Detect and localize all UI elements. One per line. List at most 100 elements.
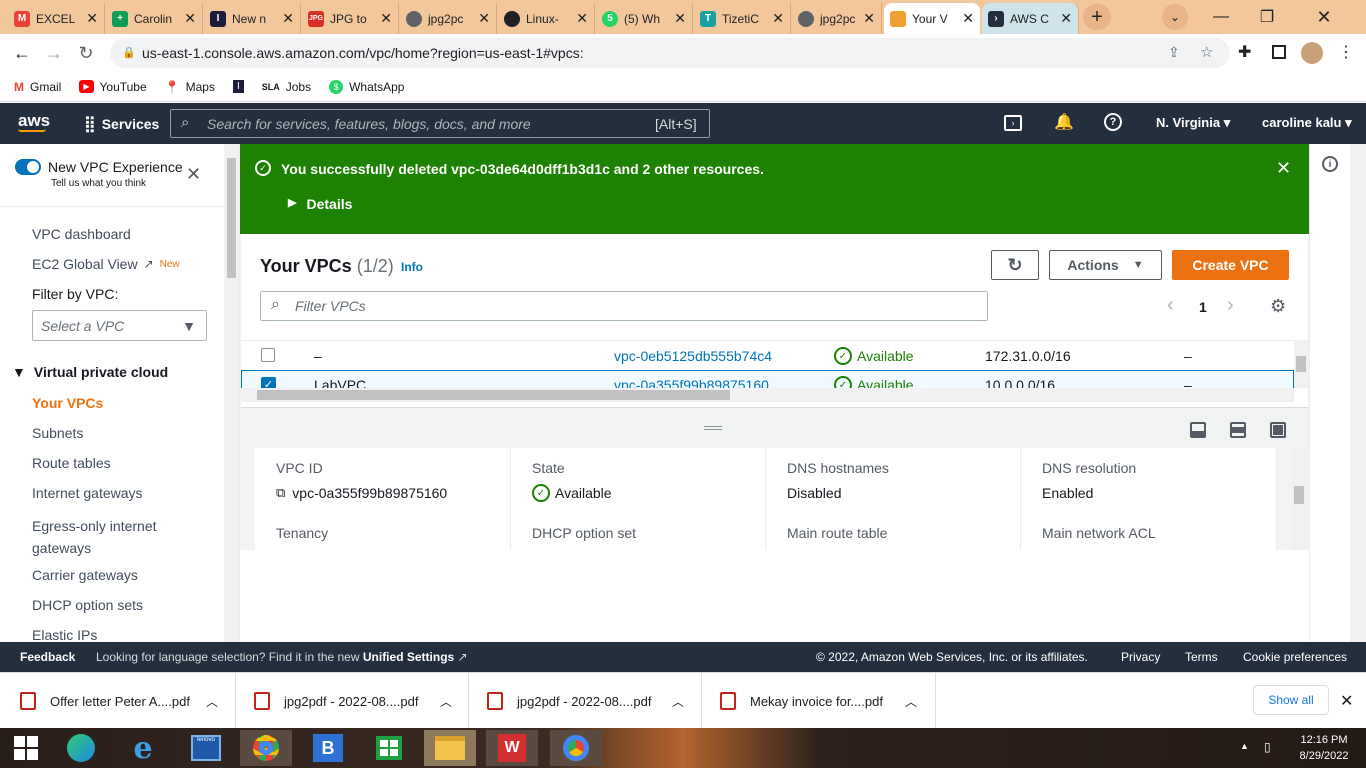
bookmark-maps[interactable]: 📍 Maps: [165, 80, 215, 94]
create-vpc-button[interactable]: Create VPC: [1172, 250, 1289, 280]
terms-link[interactable]: Terms: [1185, 650, 1218, 664]
tell-us-link[interactable]: Tell us what you think: [51, 178, 146, 189]
sidebar-item-dhcp-option-sets[interactable]: DHCP option sets: [32, 597, 143, 613]
close-icon[interactable]: ✕: [376, 10, 392, 27]
close-shelf-icon[interactable]: ✕: [1340, 691, 1353, 711]
sidebar-section-vpc[interactable]: ▼ Virtual private cloud: [12, 364, 168, 380]
internet-explorer-icon[interactable]: e: [117, 730, 169, 766]
tab-search-button[interactable]: ⌄: [1162, 4, 1188, 30]
region-selector[interactable]: N. Virginia ▾: [1156, 115, 1230, 131]
windows-start-icon[interactable]: [0, 730, 52, 766]
services-button[interactable]: ⣿ Services: [84, 114, 159, 134]
sidebar-item-route-tables[interactable]: Route tables: [32, 455, 111, 471]
file-explorer-icon[interactable]: [424, 730, 476, 766]
bookmark-jobs[interactable]: SLA Jobs: [262, 80, 311, 94]
close-icon[interactable]: ✕: [572, 10, 588, 27]
table-hscrollbar[interactable]: [241, 388, 1294, 402]
lenovo-icon[interactable]: lenovo: [180, 730, 232, 766]
clock[interactable]: 12:16 PM 8/29/2022: [1294, 732, 1354, 764]
sidebar-item-ec2-global-view[interactable]: EC2 Global View ↗ New: [32, 256, 180, 272]
sidebar-item-elastic-ips[interactable]: Elastic IPs: [32, 627, 97, 642]
settings-gear-icon[interactable]: ⚙: [1270, 296, 1286, 317]
tab-linux[interactable]: Linux- ✕: [498, 3, 595, 34]
side-panel-icon[interactable]: [1272, 45, 1286, 59]
table-row[interactable]: – vpc-0eb5125db555b74c4 ✓ Available 172.3…: [241, 340, 1294, 370]
bookmark-indeed[interactable]: I: [232, 80, 244, 93]
close-icon[interactable]: ✕: [82, 10, 98, 27]
row-checkbox[interactable]: [261, 348, 275, 362]
share-icon[interactable]: ⇪: [1168, 44, 1180, 61]
forward-button[interactable]: →: [42, 42, 66, 64]
sidebar-item-egress-only-gateways[interactable]: Egress-only internet gateways: [32, 515, 182, 559]
extensions-icon[interactable]: ✚: [1238, 42, 1251, 62]
store-icon[interactable]: [363, 730, 415, 766]
sidebar-item-subnets[interactable]: Subnets: [32, 425, 83, 441]
chrome-taskbar-icon-2[interactable]: [550, 730, 602, 766]
unified-settings-link[interactable]: Unified Settings: [363, 650, 454, 664]
tab-aws-cloudshell[interactable]: › AWS C ✕: [982, 3, 1079, 34]
tab-excel[interactable]: M EXCEL ✕: [8, 3, 105, 34]
download-item[interactable]: Mekay invoice for....pdf ︿: [702, 673, 936, 729]
close-icon[interactable]: ✕: [278, 10, 294, 27]
cookie-preferences-link[interactable]: Cookie preferences: [1243, 650, 1347, 664]
close-icon[interactable]: ✕: [186, 164, 201, 185]
tab-jpg2pdf[interactable]: jpg2pc ✕: [400, 3, 497, 34]
sidebar-item-your-vpcs[interactable]: Your VPCs: [32, 395, 103, 411]
help-icon[interactable]: ?: [1104, 113, 1122, 131]
sidebar-item-carrier-gateways[interactable]: Carrier gateways: [32, 567, 138, 583]
flash-close-icon[interactable]: ✕: [1276, 158, 1291, 179]
window-close-button[interactable]: ✕: [1300, 0, 1348, 34]
tab-jpg-to[interactable]: JPG JPG to ✕: [302, 3, 399, 34]
aws-logo[interactable]: aws: [18, 111, 50, 132]
edge-icon[interactable]: [55, 730, 107, 766]
menu-icon[interactable]: ⋮: [1338, 42, 1354, 62]
chevron-up-icon[interactable]: ︿: [206, 693, 218, 710]
tab-your-vpcs[interactable]: Your V ✕: [884, 3, 980, 34]
privacy-link[interactable]: Privacy: [1121, 650, 1160, 664]
close-icon[interactable]: ✕: [670, 10, 686, 27]
video-app-icon[interactable]: B: [302, 730, 354, 766]
download-item[interactable]: jpg2pdf - 2022-08....pdf ︿: [469, 673, 702, 729]
panel-side-icon[interactable]: [1230, 422, 1246, 438]
chrome-taskbar-icon[interactable]: [240, 730, 292, 766]
tray-chevron-icon[interactable]: ▲: [1240, 741, 1249, 751]
tab-whatsapp[interactable]: 5 (5) Wh ✕: [596, 3, 693, 34]
new-vpc-toggle[interactable]: [15, 159, 41, 175]
refresh-button[interactable]: ↻: [991, 250, 1039, 280]
url-bar[interactable]: 🔒 us-east-1.console.aws.amazon.com/vpc/h…: [110, 38, 1230, 68]
minimize-button[interactable]: —: [1198, 0, 1244, 34]
sidebar-scrollbar[interactable]: [224, 144, 239, 642]
network-icon[interactable]: ▯: [1264, 740, 1271, 754]
account-menu[interactable]: caroline kalu ▾: [1262, 115, 1352, 131]
back-button[interactable]: ←: [10, 42, 34, 64]
tab-new[interactable]: I New n ✕: [204, 3, 301, 34]
reload-button[interactable]: ↻: [74, 42, 98, 64]
show-all-button[interactable]: Show all: [1253, 685, 1329, 715]
page-number[interactable]: 1: [1199, 299, 1207, 315]
row-vpc-id-link[interactable]: vpc-0eb5125db555b74c4: [614, 348, 772, 364]
close-icon[interactable]: ✕: [474, 10, 490, 27]
tab-jpg2pdf-2[interactable]: jpg2pc ✕: [792, 3, 882, 34]
filter-vpc-select[interactable]: Select a VPC ▼: [32, 310, 207, 341]
new-tab-button[interactable]: +: [1083, 4, 1111, 30]
tab-carolin[interactable]: + Carolin ✕: [106, 3, 203, 34]
next-page-icon[interactable]: ›: [1227, 294, 1234, 317]
info-link[interactable]: Info: [401, 260, 423, 274]
panel-bottom-icon[interactable]: [1190, 422, 1206, 438]
sidebar-item-internet-gateways[interactable]: Internet gateways: [32, 485, 143, 501]
page-scrollbar[interactable]: [1350, 144, 1366, 642]
close-icon[interactable]: ✕: [1056, 10, 1072, 27]
tab-tizeti[interactable]: T TizetiC ✕: [694, 3, 791, 34]
sidebar-item-vpc-dashboard[interactable]: VPC dashboard: [32, 226, 131, 242]
chevron-up-icon[interactable]: ︿: [440, 693, 452, 710]
chevron-up-icon[interactable]: ︿: [905, 693, 917, 710]
close-icon[interactable]: ✕: [859, 10, 875, 27]
feedback-link[interactable]: Feedback: [20, 650, 75, 664]
download-item[interactable]: jpg2pdf - 2022-08....pdf ︿: [236, 673, 469, 729]
actions-button[interactable]: Actions ▼: [1049, 250, 1162, 280]
copy-icon[interactable]: ⧉: [276, 485, 285, 501]
details-toggle[interactable]: ▶ Details: [288, 196, 352, 212]
bookmark-youtube[interactable]: ▶ YouTube: [79, 80, 147, 94]
close-icon[interactable]: ✕: [180, 10, 196, 27]
close-icon[interactable]: ✕: [958, 10, 974, 27]
